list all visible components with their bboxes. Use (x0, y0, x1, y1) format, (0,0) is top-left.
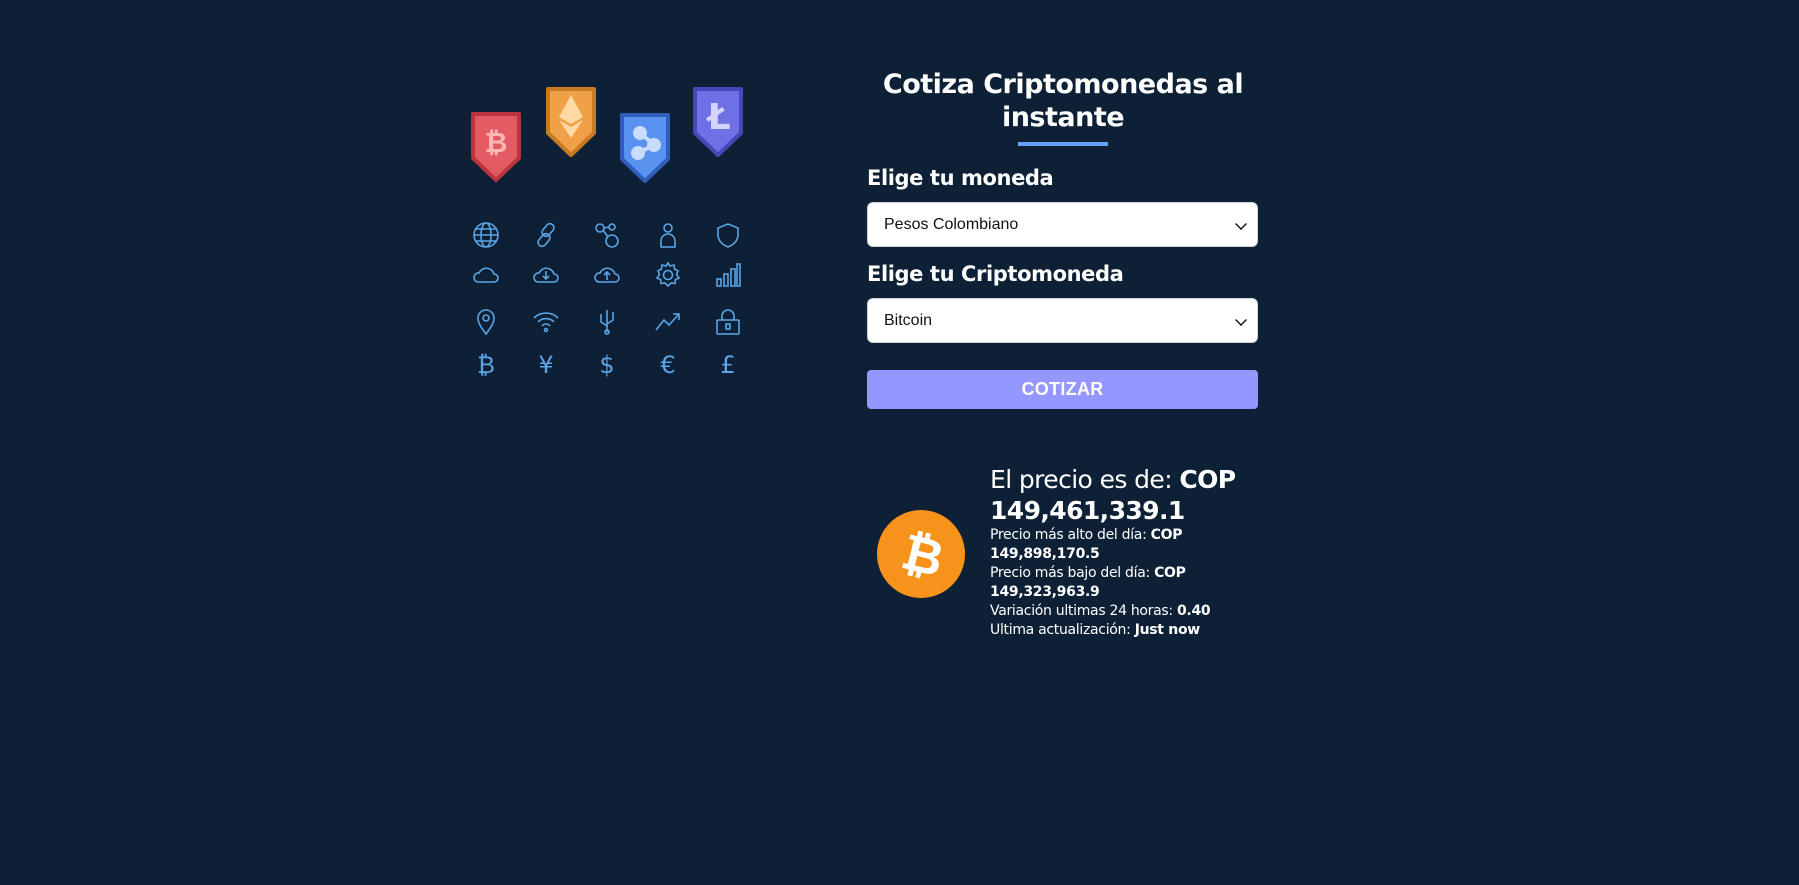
page-title: Cotiza Criptomonedas al instante (882, 69, 1244, 133)
page: ₿ Ł ₿ ¥ $ € £ Cotiza Criptomonedas al in… (0, 0, 1799, 885)
litecoin-badge-icon: Ł (689, 83, 747, 159)
link-icon (531, 220, 561, 250)
chevron-down-icon (1235, 313, 1247, 326)
cotizar-button[interactable]: COTIZAR (867, 370, 1258, 409)
wifi-icon (531, 307, 561, 337)
change-value: 0.40 (1176, 603, 1211, 619)
updated-label: Ultima actualización: (990, 622, 1135, 638)
crypto-select[interactable]: Bitcoin (867, 298, 1258, 343)
svg-text:Ł: Ł (705, 97, 730, 138)
user-icon (653, 220, 683, 250)
network-icon (592, 220, 622, 250)
change-24h: Variación ultimas 24 horas: 0.40 (990, 602, 1280, 621)
currency-label: Elige tu moneda (867, 166, 1054, 190)
globe-icon (471, 220, 501, 250)
cloud-download-icon (531, 260, 561, 290)
bitcoin-logo-icon: ₿ (877, 510, 965, 598)
low-price: Precio más bajo del día: COP 149,323,963… (990, 564, 1280, 602)
dollar-icon: $ (599, 351, 615, 379)
quote-form: Cotiza Criptomonedas al instante Elige t… (867, 68, 1259, 409)
trend-up-icon (653, 307, 683, 337)
low-price-label: Precio más bajo del día: (990, 565, 1155, 581)
cloud-upload-icon (592, 260, 622, 290)
euro-icon: € (660, 351, 676, 379)
ripple-badge-icon (616, 109, 674, 185)
high-price-label: Precio más alto del día: (990, 527, 1151, 543)
shield-icon (713, 220, 743, 250)
crypto-illustration: ₿ Ł ₿ ¥ $ € £ (462, 78, 762, 398)
currency-select-value: Pesos Colombiano (884, 215, 1019, 233)
svg-text:₿: ₿ (485, 126, 508, 159)
crypto-select-value: Bitcoin (884, 311, 933, 329)
updated-value: Just now (1134, 622, 1201, 638)
bitcoin-symbol-icon: ₿ (477, 351, 495, 379)
high-price: Precio más alto del día: COP 149,898,170… (990, 526, 1280, 564)
price-label: El precio es de: (990, 465, 1180, 494)
location-pin-icon (471, 307, 501, 337)
lock-icon (713, 307, 743, 337)
ethereum-badge-icon (542, 83, 600, 159)
bitcoin-badge-icon: ₿ (467, 108, 525, 184)
gear-icon (653, 260, 683, 290)
usb-icon (592, 307, 622, 337)
yen-icon: ¥ (538, 351, 554, 379)
current-price: El precio es de: COP 149,461,339.1 (990, 464, 1280, 526)
currency-select[interactable]: Pesos Colombiano (867, 202, 1258, 247)
title-underline (1018, 142, 1108, 146)
pound-icon: £ (720, 351, 736, 379)
last-updated: Ultima actualización: Just now (990, 621, 1280, 640)
crypto-label: Elige tu Criptomoneda (867, 262, 1124, 286)
result-details: El precio es de: COP 149,461,339.1 Preci… (990, 464, 1280, 640)
change-label: Variación ultimas 24 horas: (990, 603, 1177, 619)
chevron-down-icon (1235, 217, 1247, 230)
bar-chart-icon (713, 260, 743, 290)
cloud-icon (471, 260, 501, 290)
